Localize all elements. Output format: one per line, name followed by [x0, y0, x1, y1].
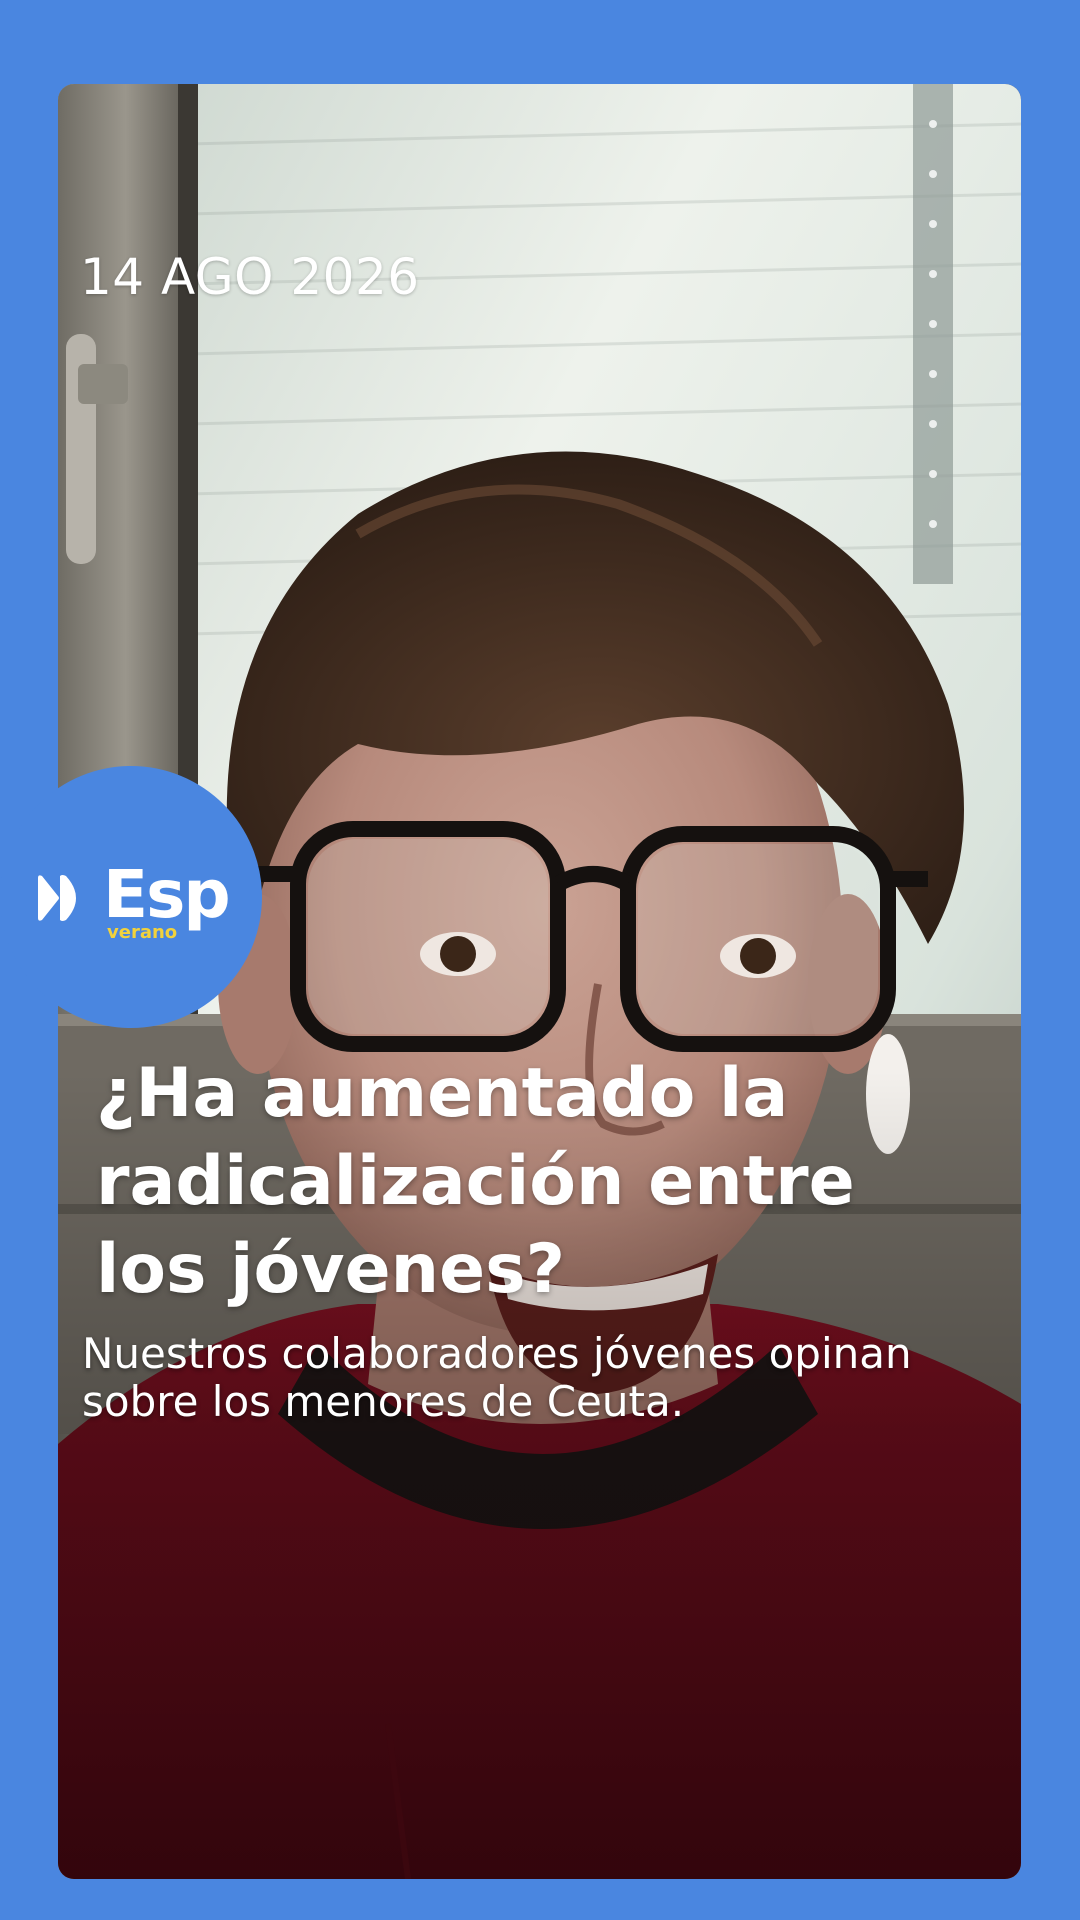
brand-name: Esp — [103, 856, 231, 933]
brand-logo[interactable]: Esp verano — [0, 766, 262, 1028]
headline-line: radicalización entre — [96, 1142, 855, 1221]
story-headline: ¿Ha aumentado la radicalización entre lo… — [96, 1050, 996, 1314]
headline-line: los jóvenes? — [96, 1230, 566, 1309]
story-date: 14 AGO 2026 — [80, 248, 420, 306]
story-page: 14 AGO 2026 Esp verano ¿Ha aumentado la … — [0, 0, 1080, 1920]
play-icon — [38, 875, 76, 921]
subtitle-line: Nuestros colaboradores jóvenes opinan — [82, 1329, 912, 1378]
headline-line: ¿Ha aumentado la — [96, 1054, 789, 1133]
subtitle-line: sobre los menores de Ceuta. — [82, 1377, 685, 1426]
story-subtitle: Nuestros colaboradores jóvenes opinan so… — [82, 1330, 1022, 1426]
brand-tagline: verano — [107, 922, 178, 943]
